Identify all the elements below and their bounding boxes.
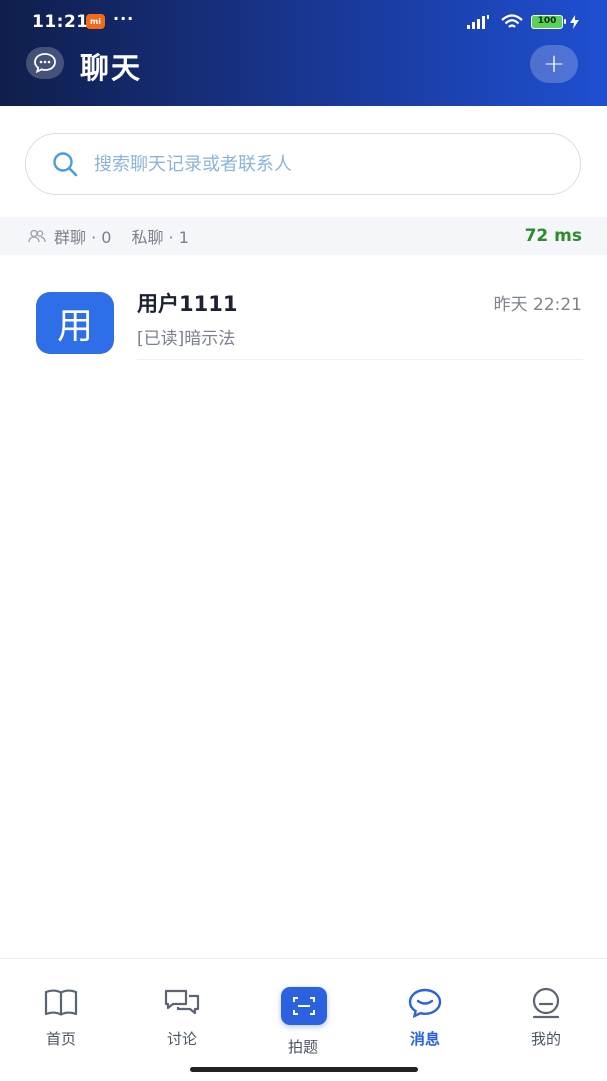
- group-chat-count: 群聊 · 0: [54, 228, 112, 247]
- private-chat-count: 私聊 · 1: [131, 228, 189, 247]
- discussion-icon: [164, 989, 200, 1015]
- nav-scan[interactable]: 拍题: [253, 959, 353, 1059]
- add-button[interactable]: +: [530, 45, 578, 83]
- search-icon: [53, 152, 78, 177]
- book-icon: [44, 989, 78, 1016]
- chat-bubble-icon: [26, 47, 64, 79]
- wifi-icon: [501, 14, 523, 28]
- avatar: 用: [36, 292, 114, 354]
- nav-label: 我的: [530, 1030, 561, 1048]
- chat-last-message: [已读]暗示法: [137, 329, 236, 349]
- group-icon: [28, 229, 46, 243]
- battery-icon: 100: [531, 15, 566, 29]
- status-bar: 11:21 mi ··· 100: [0, 0, 607, 42]
- nav-label: 首页: [45, 1030, 76, 1048]
- chat-list-item[interactable]: 用 用户1111 昨天 22:21 [已读]暗示法: [0, 268, 607, 364]
- search-bar[interactable]: [25, 133, 581, 195]
- chat-contact-name: 用户1111: [137, 292, 238, 316]
- mi-badge: mi: [86, 14, 105, 29]
- home-indicator[interactable]: [190, 1067, 418, 1072]
- nav-label: 消息: [409, 1030, 440, 1048]
- charging-icon: [570, 15, 579, 29]
- message-icon: [408, 988, 442, 1019]
- latency-indicator: 72 ms: [524, 226, 582, 246]
- chat-timestamp: 昨天 22:21: [493, 295, 582, 315]
- scan-icon: [281, 987, 327, 1025]
- nav-label: 拍题: [287, 1038, 318, 1056]
- bottom-navigation: 首页 讨论 拍题 消息 我的: [0, 958, 607, 1081]
- signal-icon: [467, 15, 489, 29]
- status-icons: 100: [467, 13, 579, 31]
- app-header: 11:21 mi ··· 100 聊天 +: [0, 0, 607, 106]
- status-time: 11:21: [32, 12, 89, 32]
- chat-stats-bar: 群聊 · 0 私聊 · 1 72 ms: [0, 217, 607, 255]
- plus-icon: +: [543, 49, 565, 79]
- nav-profile[interactable]: 我的: [496, 959, 596, 1059]
- nav-label: 讨论: [166, 1030, 197, 1048]
- nav-messages[interactable]: 消息: [375, 959, 475, 1059]
- nav-discussion[interactable]: 讨论: [132, 959, 232, 1059]
- page-title: 聊天: [80, 51, 143, 85]
- more-notifications-icon: ···: [113, 9, 135, 28]
- divider: [137, 359, 583, 360]
- search-input[interactable]: [92, 152, 536, 176]
- profile-icon: [532, 987, 560, 1019]
- nav-home[interactable]: 首页: [11, 959, 111, 1059]
